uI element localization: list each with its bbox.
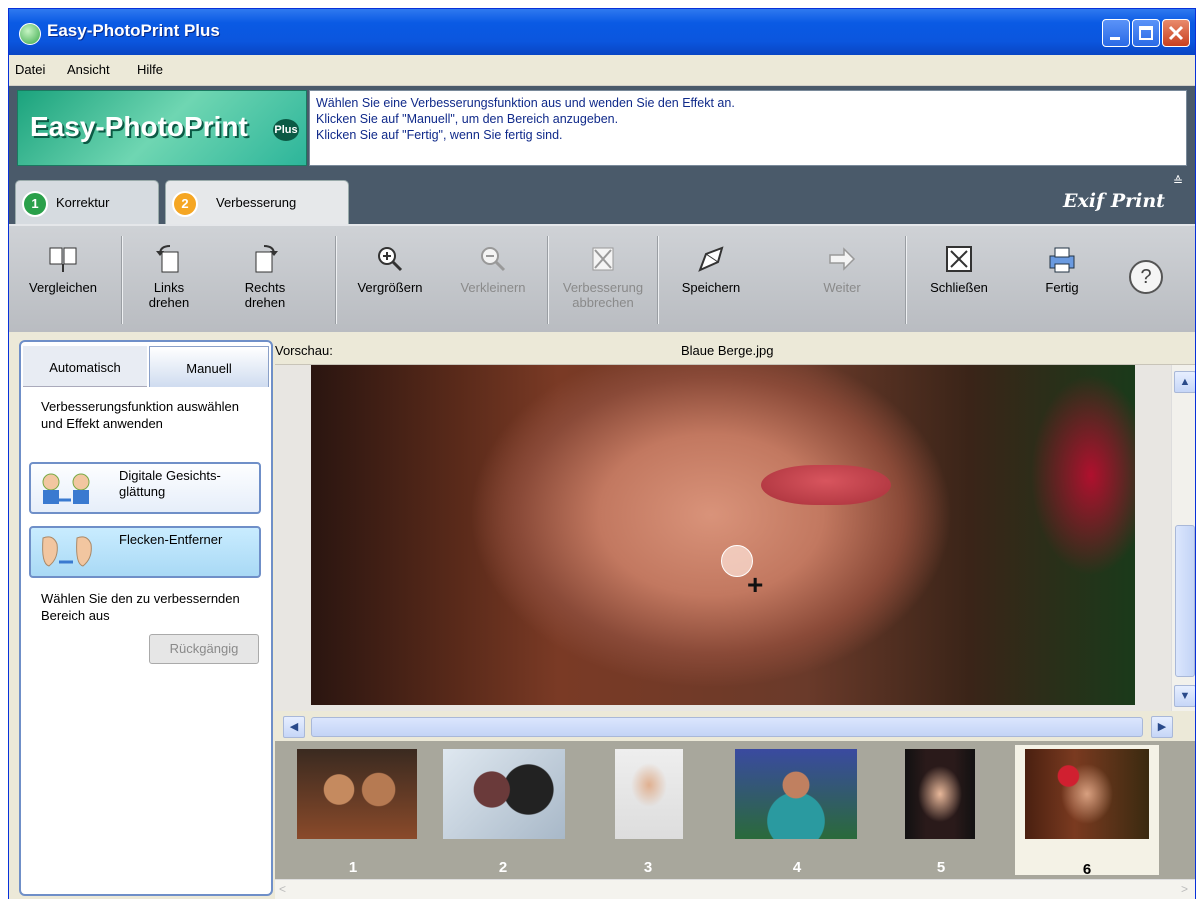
collapse-icon[interactable]: ≙ — [1173, 174, 1183, 188]
scroll-down-icon[interactable]: ▼ — [1174, 685, 1195, 707]
step-tabs: 1 Korrektur 2 Verbesserung Exif Print ≙ — [9, 172, 1195, 224]
thumbnail-scrollbar[interactable]: < > — [275, 879, 1195, 899]
cancel-enhancement-button[interactable]: Verbesserung abbrechen — [551, 226, 655, 330]
next-button[interactable]: Weiter — [795, 226, 889, 330]
thumbnail-3[interactable]: 3 — [613, 749, 683, 879]
select-area-hint: Wählen Sie den zu verbessernden Bereich … — [41, 591, 240, 623]
compare-icon — [49, 247, 77, 272]
close-button[interactable]: Schließen — [909, 226, 1009, 330]
zoom-in-button[interactable]: Vergrößern — [343, 226, 437, 330]
zoom-in-icon — [378, 247, 403, 272]
blemish-remover-icon — [42, 536, 92, 567]
arrow-right-icon — [829, 247, 856, 271]
scroll-left-icon[interactable]: < — [279, 882, 286, 896]
horizontal-scrollbar[interactable]: ◀ ▶ — [275, 711, 1195, 739]
rotate-left-button[interactable]: Links drehen — [125, 226, 213, 330]
instruction-box: Wählen Sie eine Verbesserungsfunktion au… — [309, 90, 1187, 166]
preview-canvas[interactable]: + — [275, 365, 1171, 711]
save-button[interactable]: Speichern — [661, 226, 761, 330]
preview-photo[interactable]: + — [311, 365, 1135, 705]
close-icon — [1168, 25, 1184, 41]
title-bar[interactable]: Easy-PhotoPrint Plus — [9, 9, 1195, 55]
compare-button[interactable]: Vergleichen — [13, 226, 113, 330]
zoom-out-icon — [481, 247, 506, 272]
scroll-left-icon[interactable]: ◀ — [283, 716, 305, 738]
minimize-button[interactable] — [1102, 19, 1130, 47]
cancel-enhancement-icon — [592, 247, 614, 271]
thumbnail-2[interactable]: 2 — [441, 749, 565, 879]
thumbnail-strip: 1 2 3 4 5 6 — [275, 741, 1195, 879]
banner: Easy-PhotoPrint Plus Wählen Sie eine Ver… — [9, 86, 1195, 172]
menu-bar: Datei Ansicht Hilfe — [9, 55, 1195, 86]
app-logo: Easy-PhotoPrint Plus — [17, 90, 307, 166]
rotate-right-icon — [255, 245, 278, 273]
face-smoothing-icon — [42, 473, 90, 504]
vertical-scroll-thumb[interactable] — [1175, 525, 1195, 677]
help-button[interactable]: ? — [1129, 260, 1163, 294]
printer-icon — [1049, 247, 1075, 273]
horizontal-scroll-thumb[interactable] — [311, 717, 1143, 737]
undo-button[interactable]: Rückgängig — [149, 634, 259, 664]
enhancement-panel: Automatisch Manuell Verbesserungsfunktio… — [19, 340, 273, 896]
toolbar: Vergleichen Links drehen Rechts drehen V… — [9, 224, 1195, 332]
thumbnail-4[interactable]: 4 — [735, 749, 859, 879]
scroll-right-icon[interactable]: > — [1181, 882, 1188, 896]
preview-filename: Blaue Berge.jpg — [681, 343, 774, 358]
tab-automatisch[interactable]: Automatisch — [23, 346, 147, 387]
scroll-up-icon[interactable]: ▲ — [1174, 371, 1195, 393]
thumbnail-1[interactable]: 1 — [291, 749, 417, 879]
blemish-remover-button[interactable]: Flecken-Entferner — [29, 526, 261, 578]
vertical-scrollbar[interactable]: ▲ ▼ — [1171, 365, 1195, 711]
tab-manuell[interactable]: Manuell — [149, 346, 269, 387]
zoom-out-button[interactable]: Verkleinern — [445, 226, 541, 330]
menu-ansicht[interactable]: Ansicht — [67, 62, 110, 77]
face-smoothing-button[interactable]: Digitale Gesichts-glättung — [29, 462, 261, 514]
menu-datei[interactable]: Datei — [15, 62, 45, 77]
thumbnail-5[interactable]: 5 — [903, 749, 979, 879]
preview-label: Vorschau: — [275, 343, 333, 358]
app-window: Easy-PhotoPrint Plus Datei Ansicht Hilfe… — [8, 8, 1196, 899]
app-icon — [19, 23, 41, 45]
save-icon — [698, 246, 724, 272]
close-icon — [946, 246, 972, 272]
done-button[interactable]: Fertig — [1017, 226, 1107, 330]
tab-korrektur[interactable]: 1 Korrektur — [15, 180, 159, 224]
panel-description: Verbesserungsfunktion auswählen und Effe… — [41, 399, 240, 431]
scroll-right-icon[interactable]: ▶ — [1151, 716, 1173, 738]
exif-print-logo: Exif Print — [1063, 190, 1165, 212]
maximize-button[interactable] — [1132, 19, 1160, 47]
tab-verbesserung[interactable]: 2 Verbesserung — [165, 180, 349, 224]
close-window-button[interactable] — [1162, 19, 1190, 47]
crosshair-icon: + — [747, 569, 764, 600]
rotate-left-icon — [156, 245, 179, 273]
menu-hilfe[interactable]: Hilfe — [137, 62, 163, 77]
thumbnail-6[interactable]: 6 — [1015, 745, 1159, 878]
window-title: Easy-PhotoPrint Plus — [47, 21, 220, 40]
rotate-right-button[interactable]: Rechts drehen — [221, 226, 309, 330]
preview-header: Vorschau: Blaue Berge.jpg — [275, 340, 1195, 365]
